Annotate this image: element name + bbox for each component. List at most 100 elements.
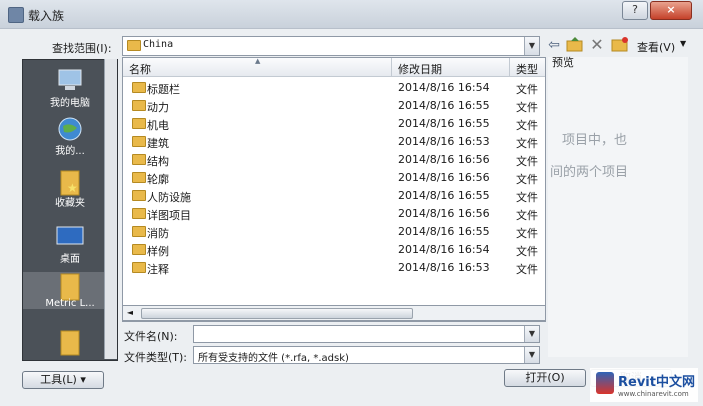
file-row[interactable]: 动力 2014/8/16 16:55 文件	[123, 96, 545, 114]
chevron-down-icon[interactable]: ▼	[524, 347, 539, 363]
up-folder-icon[interactable]	[566, 36, 584, 54]
tools-button[interactable]: 工具(L) ▾	[22, 371, 104, 389]
folder-icon	[132, 82, 146, 93]
file-date: 2014/8/16 16:55	[398, 117, 490, 130]
back-arrow-icon[interactable]: ⇦	[545, 36, 563, 54]
file-type: 文件	[516, 191, 538, 204]
folder-icon	[132, 100, 146, 111]
file-row[interactable]: 消防 2014/8/16 16:55 文件	[123, 222, 545, 240]
place-label: 我的电脑	[50, 98, 90, 109]
file-name: 轮廓	[147, 173, 169, 186]
file-name: 人防设施	[147, 191, 191, 204]
file-name: 详图项目	[147, 209, 191, 222]
file-list: ▲ 名称 修改日期 类型 标题栏 2014/8/16 16:54 文件 动力 2014…	[122, 57, 546, 322]
file-date: 2014/8/16 16:54	[398, 243, 490, 256]
watermark-title: Revit中文网	[618, 375, 695, 390]
folder-icon	[127, 40, 141, 51]
filetype-dropdown[interactable]: 所有受支持的文件 (*.rfa, *.adsk) ▼	[193, 346, 540, 364]
place-label: 桌面	[60, 254, 80, 265]
folder-icon	[132, 244, 146, 255]
filetype-label: 文件类型(T):	[124, 351, 188, 364]
horizontal-scrollbar[interactable]: ◄	[122, 305, 546, 321]
file-name: 动力	[147, 101, 169, 114]
column-type[interactable]: 类型	[516, 61, 538, 77]
chevron-down-icon[interactable]: ▼	[524, 326, 539, 342]
file-date: 2014/8/16 16:56	[398, 207, 490, 220]
svg-text:★: ★	[67, 181, 78, 195]
background-text: 项目中，也	[562, 133, 628, 148]
file-name: 标题栏	[147, 83, 180, 96]
new-folder-icon[interactable]	[611, 36, 629, 54]
chevron-down-icon[interactable]: ▼	[680, 39, 686, 48]
folder-icon	[55, 330, 85, 356]
views-button[interactable]: 查看(V)	[637, 39, 675, 55]
favorites-folder-icon: ★	[55, 168, 85, 196]
folder-icon	[132, 118, 146, 129]
column-date[interactable]: 修改日期	[398, 61, 442, 77]
close-button[interactable]: ×	[650, 1, 692, 20]
place-folder[interactable]	[23, 330, 117, 356]
file-name: 样例	[147, 245, 169, 258]
file-row[interactable]: 结构 2014/8/16 16:56 文件	[123, 150, 545, 168]
file-date: 2014/8/16 16:55	[398, 189, 490, 202]
place-network[interactable]: 我的...	[23, 116, 117, 157]
folder-icon	[132, 208, 146, 219]
folder-icon	[132, 154, 146, 165]
column-divider[interactable]	[391, 58, 392, 76]
globe-icon	[55, 116, 85, 142]
file-type: 文件	[516, 209, 538, 222]
file-type: 文件	[516, 137, 538, 150]
place-favorites[interactable]: ★ 收藏夹	[23, 168, 117, 209]
scroll-left-icon[interactable]: ◄	[123, 306, 137, 320]
desktop-icon	[55, 224, 85, 250]
lookin-dropdown[interactable]: China ▼	[122, 36, 540, 56]
open-button[interactable]: 打开(O)	[504, 369, 586, 387]
watermark-url: www.chinarevit.com	[618, 390, 689, 398]
title-bar: 载入族 ? ×	[0, 0, 703, 29]
file-row[interactable]: 机电 2014/8/16 16:55 文件	[123, 114, 545, 132]
preview-label: 预览	[552, 56, 574, 69]
file-date: 2014/8/16 16:53	[398, 135, 490, 148]
revit-logo-icon	[596, 372, 614, 394]
file-type: 文件	[516, 245, 538, 258]
places-scrollbar[interactable]	[104, 59, 117, 359]
file-type: 文件	[516, 83, 538, 96]
filename-label: 文件名(N):	[124, 330, 178, 343]
watermark: Revit中文网 www.chinarevit.com	[590, 368, 698, 402]
file-date: 2014/8/16 16:56	[398, 153, 490, 166]
file-date: 2014/8/16 16:55	[398, 99, 490, 112]
file-row[interactable]: 标题栏 2014/8/16 16:54 文件	[123, 78, 545, 96]
file-type: 文件	[516, 263, 538, 276]
file-row[interactable]: 详图项目 2014/8/16 16:56 文件	[123, 204, 545, 222]
preview-pane: 项目中，也 间的两个项目	[548, 57, 688, 357]
file-name: 机电	[147, 119, 169, 132]
window-title: 载入族	[28, 9, 65, 23]
place-label: Metric L...	[45, 298, 95, 309]
file-date: 2014/8/16 16:54	[398, 81, 490, 94]
place-label: 收藏夹	[55, 198, 85, 209]
filename-input[interactable]: ▼	[193, 325, 540, 343]
file-row[interactable]: 注释 2014/8/16 16:53 文件	[123, 258, 545, 276]
column-divider[interactable]	[509, 58, 510, 76]
place-metric-library[interactable]: Metric L...	[23, 272, 117, 309]
filetype-value: 所有受支持的文件 (*.rfa, *.adsk)	[198, 353, 349, 364]
place-desktop[interactable]: 桌面	[23, 224, 117, 265]
file-type: 文件	[516, 119, 538, 132]
file-row[interactable]: 人防设施 2014/8/16 16:55 文件	[123, 186, 545, 204]
computer-icon	[55, 68, 85, 94]
column-name[interactable]: 名称	[129, 61, 151, 77]
file-row[interactable]: 轮廓 2014/8/16 16:56 文件	[123, 168, 545, 186]
lookin-label: 查找范围(I):	[52, 42, 112, 55]
place-my-computer[interactable]: 我的电脑	[23, 68, 117, 109]
app-icon	[8, 7, 24, 23]
file-name: 结构	[147, 155, 169, 168]
file-row[interactable]: 建筑 2014/8/16 16:53 文件	[123, 132, 545, 150]
folder-icon	[132, 190, 146, 201]
file-row[interactable]: 样例 2014/8/16 16:54 文件	[123, 240, 545, 258]
chevron-down-icon[interactable]: ▼	[524, 37, 539, 55]
file-name: 注释	[147, 263, 169, 276]
help-button[interactable]: ?	[622, 1, 648, 20]
scroll-thumb[interactable]	[141, 308, 413, 319]
delete-icon[interactable]: ✕	[588, 36, 606, 54]
file-type: 文件	[516, 227, 538, 240]
